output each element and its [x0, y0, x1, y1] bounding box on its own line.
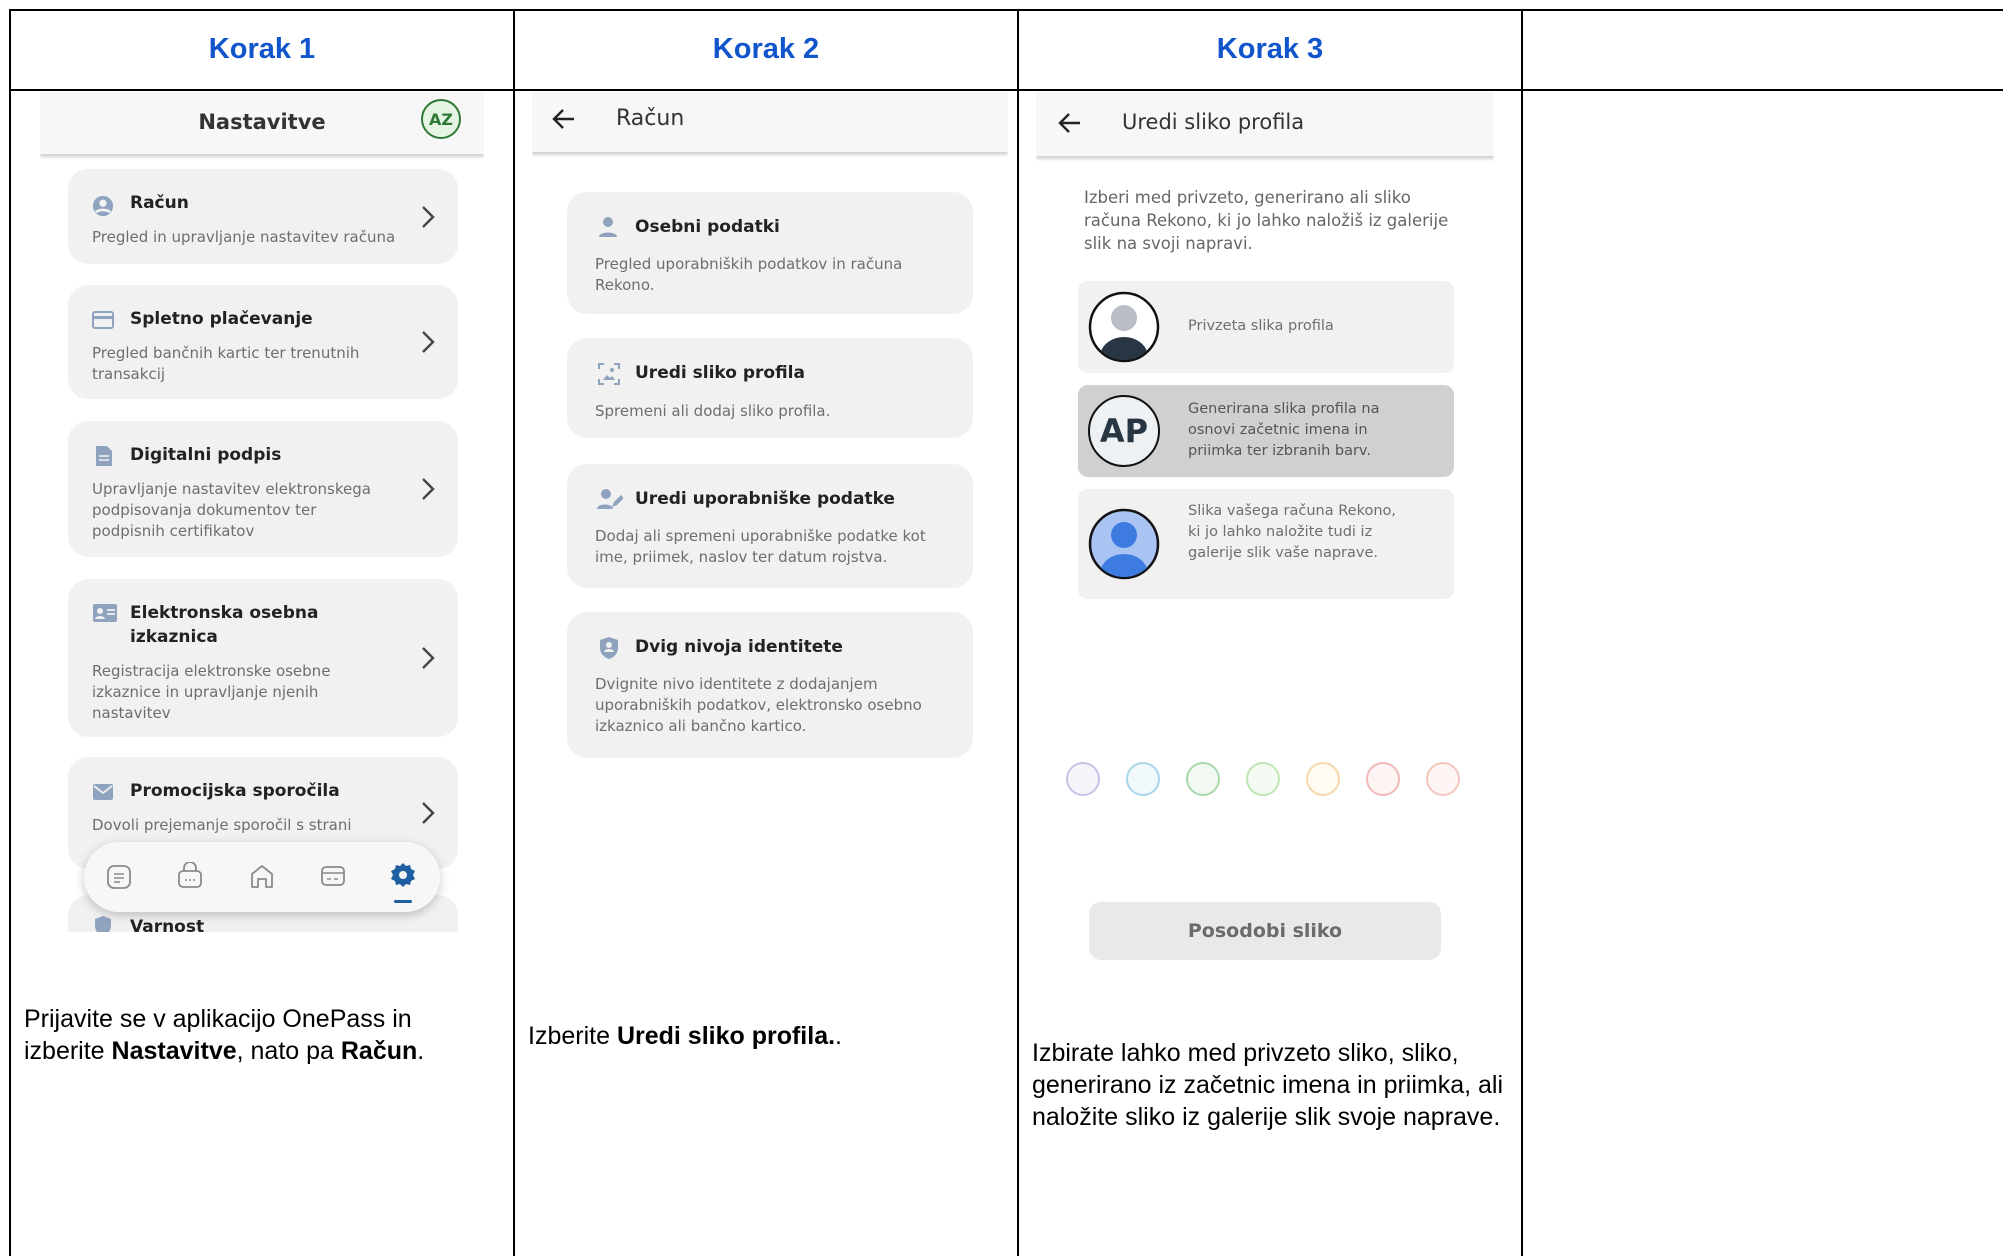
- account-item-osebni-podatki[interactable]: Osebni podatki Pregled uporabniških poda…: [567, 192, 973, 314]
- document-icon[interactable]: [106, 864, 132, 890]
- grid-col-border-1: [513, 9, 515, 1256]
- bottom-navigation: [84, 842, 440, 912]
- page-title: Uredi sliko profila: [1122, 110, 1305, 134]
- avatar-initials: AZ: [429, 109, 453, 129]
- chevron-right-icon: [422, 478, 435, 500]
- page-title: Račun: [616, 106, 685, 131]
- person-edit-icon: [597, 489, 623, 509]
- person-icon: [599, 217, 617, 237]
- step1-screenshot: Nastavitve AZ Račun Pregled in upravljan…: [40, 92, 484, 932]
- column-header: Korak 1: [208, 32, 316, 65]
- step3-screenshot: Uredi sliko profila Izberi med privzeto,…: [1036, 92, 1494, 972]
- grid-col-border-2: [1017, 9, 1019, 1256]
- chevron-right-icon: [422, 206, 435, 228]
- grid-col-border-0: [9, 9, 11, 1256]
- card-icon[interactable]: [320, 865, 346, 887]
- image-frame-icon: [598, 363, 620, 385]
- color-swatch[interactable]: [1426, 762, 1460, 796]
- chevron-right-icon: [422, 802, 435, 824]
- item-title: Promocijska sporočila: [130, 781, 340, 801]
- back-arrow-icon[interactable]: [1058, 112, 1082, 134]
- avatar[interactable]: AZ: [421, 99, 461, 139]
- step3-caption: Izbirate lahko med privzeto sliko, sliko…: [1032, 1039, 1504, 1131]
- column-header: [1523, 10, 2003, 88]
- item-description: Dvignite nivo identitete z dodajanjem up…: [595, 675, 922, 735]
- color-swatch[interactable]: [1126, 762, 1160, 796]
- step1-caption: Prijavite se v aplikacijo OnePass in izb…: [24, 1005, 425, 1065]
- color-swatch[interactable]: [1306, 762, 1340, 796]
- color-swatch[interactable]: [1246, 762, 1280, 796]
- item-title: Uredi uporabniške podatke: [635, 489, 895, 509]
- grid-header-divider: [10, 89, 2003, 91]
- option-text: Slika vašega računa Rekono, ki jo lahko …: [1188, 503, 1396, 561]
- account-item-uredi-uporabniske-podatke[interactable]: Uredi uporabniške podatke Dodaj ali spre…: [567, 464, 973, 588]
- option-default-picture[interactable]: Privzeta slika profila: [1078, 281, 1454, 373]
- item-description: Dovoli prejemanje sporočil s strani: [92, 816, 352, 834]
- step2-caption: Izberite Uredi sliko profila..: [528, 1022, 842, 1050]
- settings-item-spletno-placevanje[interactable]: Spletno plačevanje Pregled bančnih karti…: [68, 285, 458, 399]
- item-description: Pregled in upravljanje nastavitev računa: [92, 228, 396, 246]
- item-description: Spremeni ali dodaj sliko profila.: [595, 402, 831, 420]
- back-arrow-icon[interactable]: [552, 108, 576, 130]
- grid-col-border-3: [1521, 9, 1523, 1256]
- mail-icon: [93, 784, 113, 800]
- top-app-bar: Uredi sliko profila: [1036, 92, 1494, 156]
- step2-screenshot: Račun Osebni podatki Pregled uporabniški…: [532, 92, 1008, 772]
- settings-item-elektronska-osebna-izkaznica[interactable]: Elektronska osebna izkaznica Registracij…: [68, 579, 458, 737]
- item-title: Digitalni podpis: [130, 445, 282, 465]
- top-app-bar: Račun: [532, 92, 1008, 152]
- column-header: Korak 2: [712, 32, 820, 65]
- credit-card-icon: [92, 311, 114, 329]
- option-rekono-picture[interactable]: Slika vašega računa Rekono, ki jo lahko …: [1078, 489, 1454, 599]
- intro-text: Izberi med privzeto, generirano ali slik…: [1084, 188, 1449, 253]
- shield-icon: [95, 916, 111, 932]
- option-text: Generirana slika profila na osnovi začet…: [1188, 401, 1380, 459]
- document-icon: [96, 446, 112, 466]
- default-avatar-icon: [1088, 291, 1160, 363]
- color-swatch[interactable]: [1366, 762, 1400, 796]
- top-app-bar: Nastavitve AZ: [40, 92, 484, 154]
- item-title: Spletno plačevanje: [130, 309, 313, 329]
- item-title: Uredi sliko profila: [635, 363, 805, 383]
- chevron-right-icon: [422, 331, 435, 353]
- chevron-right-icon: [422, 647, 435, 669]
- item-description: Pregled uporabniških podatkov in računa …: [595, 255, 903, 294]
- color-swatch[interactable]: [1186, 762, 1220, 796]
- item-title: Osebni podatki: [635, 217, 780, 237]
- active-tab-indicator: [394, 900, 412, 903]
- update-picture-button[interactable]: Posodobi sliko: [1089, 902, 1441, 960]
- account-item-dvig-nivoja-identitete[interactable]: Dvig nivoja identitete Dvignite nivo ide…: [567, 612, 973, 758]
- home-icon[interactable]: [249, 863, 275, 889]
- color-swatch[interactable]: [1066, 762, 1100, 796]
- wallet-icon[interactable]: [177, 862, 203, 890]
- page-title: Nastavitve: [198, 110, 326, 134]
- item-description: Dodaj ali spremeni uporabniške podatke k…: [595, 527, 926, 566]
- settings-item-racun[interactable]: Račun Pregled in upravljanje nastavitev …: [68, 169, 458, 264]
- gear-icon[interactable]: [390, 862, 416, 888]
- settings-item-digitalni-podpis[interactable]: Digitalni podpis Upravljanje nastavitev …: [68, 421, 458, 557]
- rekono-avatar-icon: [1088, 508, 1160, 580]
- item-title: Račun: [130, 193, 189, 213]
- item-description: Pregled bančnih kartic ter trenutnih tra…: [92, 344, 360, 383]
- id-card-icon: [93, 604, 117, 622]
- initials-avatar: AP: [1088, 395, 1160, 467]
- account-item-uredi-sliko-profila[interactable]: Uredi sliko profila Spremeni ali dodaj s…: [567, 338, 973, 438]
- shield-person-icon: [600, 637, 618, 659]
- item-title: Varnost: [130, 917, 205, 932]
- item-title: Elektronska osebna izkaznica: [130, 603, 319, 647]
- option-text: Privzeta slika profila: [1188, 318, 1334, 334]
- item-title: Dvig nivoja identitete: [635, 637, 843, 657]
- column-header: Korak 3: [1216, 32, 1324, 65]
- option-generated-picture[interactable]: AP Generirana slika profila na osnovi za…: [1078, 385, 1454, 477]
- item-description: Upravljanje nastavitev elektronskega pod…: [92, 480, 371, 540]
- item-description: Registracija elektronske osebne izkaznic…: [92, 662, 331, 722]
- update-picture-button-label: Posodobi sliko: [1187, 920, 1343, 942]
- account-circle-icon: [92, 195, 114, 217]
